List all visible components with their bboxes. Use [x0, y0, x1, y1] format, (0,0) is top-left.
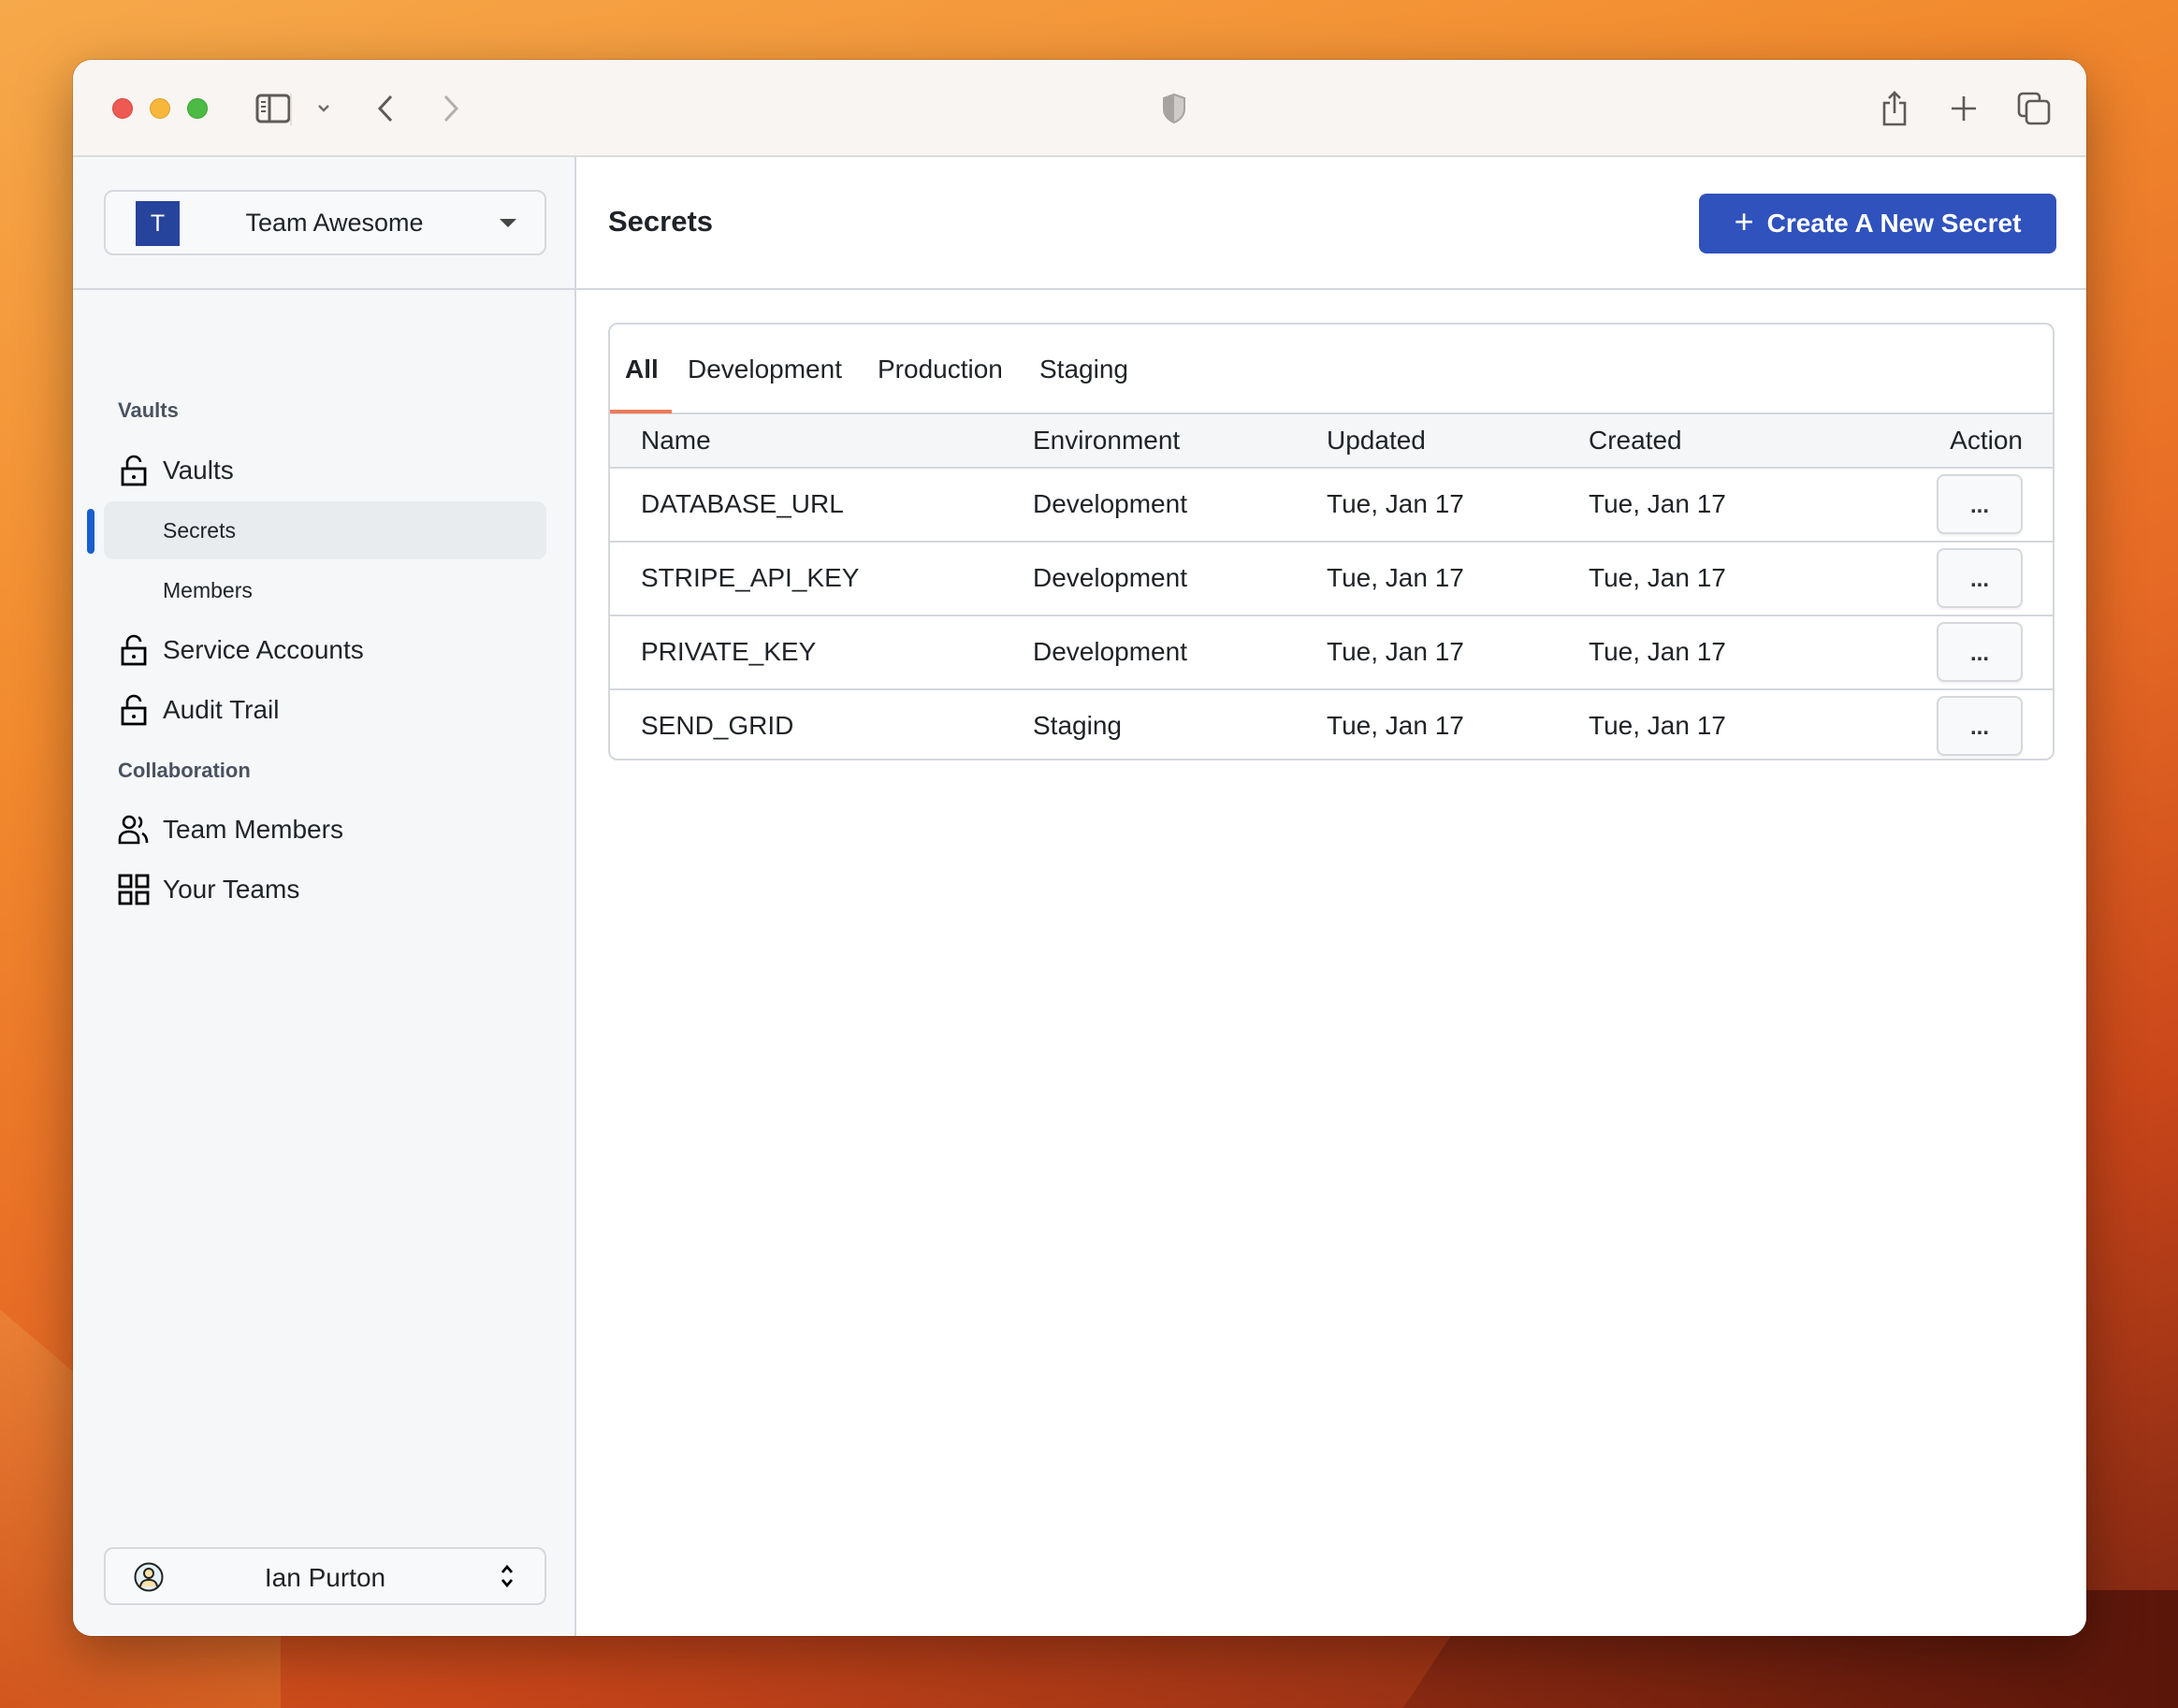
user-menu[interactable]: Ian Purton: [104, 1547, 546, 1605]
table-row: SEND_GRID Staging Tue, Jan 17 Tue, Jan 1…: [610, 690, 2053, 759]
row-actions-button[interactable]: ...: [1937, 696, 2023, 756]
row-actions-button[interactable]: ...: [1937, 548, 2023, 608]
column-header-action: Action: [1950, 426, 2023, 455]
secret-updated: Tue, Jan 17: [1327, 489, 1464, 518]
tab-staging[interactable]: Staging: [1039, 355, 1128, 384]
secret-environment: Development: [1033, 489, 1187, 518]
nav-section-collaboration: Collaboration: [118, 759, 251, 782]
row-actions-button[interactable]: ...: [1937, 622, 2023, 682]
secret-name: SEND_GRID: [641, 711, 794, 740]
unlock-icon: [118, 694, 150, 726]
secret-name: PRIVATE_KEY: [641, 637, 817, 666]
table-row: STRIPE_API_KEY Development Tue, Jan 17 T…: [610, 543, 2053, 616]
sidebar-item-label: Audit Trail: [163, 695, 280, 724]
table-body: DATABASE_URL Development Tue, Jan 17 Tue…: [610, 469, 2053, 759]
sidebar: T Team Awesome Vaults Vaults Secrets Mem…: [73, 157, 576, 1636]
secrets-card: All Development Production Staging Name …: [608, 323, 2055, 760]
back-icon[interactable]: [374, 88, 397, 129]
secret-environment: Development: [1033, 563, 1187, 592]
forward-icon[interactable]: [440, 88, 462, 129]
sidebar-item-label: Vaults: [163, 456, 234, 485]
browser-window: T Team Awesome Vaults Vaults Secrets Mem…: [73, 60, 2086, 1636]
sidebar-item-label: Secrets: [163, 517, 236, 543]
chevron-down-icon[interactable]: [314, 88, 333, 129]
sidebar-toggle-icon[interactable]: [254, 88, 292, 129]
privacy-shield-icon[interactable]: [1160, 88, 1188, 129]
chevron-up-down-icon: [500, 1562, 515, 1590]
create-secret-label: Create A New Secret: [1766, 209, 2022, 238]
table-row: DATABASE_URL Development Tue, Jan 17 Tue…: [610, 469, 2053, 543]
secret-created: Tue, Jan 17: [1589, 489, 1726, 518]
sidebar-item-label: Your Teams: [163, 875, 300, 904]
close-window-button[interactable]: [112, 98, 133, 119]
column-header-environment: Environment: [1033, 426, 1181, 455]
sidebar-item-vaults[interactable]: Vaults: [104, 441, 546, 499]
secret-created: Tue, Jan 17: [1589, 563, 1726, 592]
active-tab-indicator: [610, 410, 672, 413]
secret-name: STRIPE_API_KEY: [641, 563, 860, 592]
sidebar-item-your-teams[interactable]: Your Teams: [104, 861, 546, 919]
users-icon: [118, 814, 150, 846]
column-header-updated: Updated: [1327, 426, 1426, 455]
active-indicator: [87, 509, 94, 554]
share-icon[interactable]: [1879, 88, 1910, 129]
tab-development[interactable]: Development: [688, 355, 842, 384]
unlock-icon: [118, 634, 150, 666]
plus-icon: +: [1734, 202, 1754, 240]
sidebar-item-audit-trail[interactable]: Audit Trail: [104, 681, 546, 739]
caret-down-icon: [500, 219, 516, 227]
secret-created: Tue, Jan 17: [1589, 637, 1726, 666]
table-header: Name Environment Updated Created Action: [610, 414, 2053, 469]
team-name: Team Awesome: [245, 209, 424, 237]
table-row: PRIVATE_KEY Development Tue, Jan 17 Tue,…: [610, 616, 2053, 690]
column-header-name: Name: [641, 426, 711, 455]
secret-environment: Staging: [1033, 711, 1122, 740]
toolbar-separator: [290, 94, 292, 125]
column-header-created: Created: [1589, 426, 1682, 455]
sidebar-item-team-members[interactable]: Team Members: [104, 801, 546, 859]
team-selector[interactable]: T Team Awesome: [104, 190, 546, 255]
zoom-window-button[interactable]: [187, 98, 208, 119]
new-tab-icon[interactable]: [1948, 88, 1980, 129]
secret-environment: Development: [1033, 637, 1187, 666]
sidebar-item-label: Service Accounts: [163, 635, 364, 664]
sidebar-item-label: Members: [163, 577, 253, 602]
sidebar-item-service-accounts[interactable]: Service Accounts: [104, 621, 546, 679]
minimize-window-button[interactable]: [150, 98, 170, 119]
user-name: Ian Purton: [264, 1563, 386, 1592]
sidebar-divider: [73, 288, 574, 290]
unlock-icon: [118, 455, 150, 486]
secret-updated: Tue, Jan 17: [1327, 637, 1464, 666]
tab-production[interactable]: Production: [878, 355, 1003, 384]
environment-tabs: All Development Production Staging: [610, 325, 2053, 414]
page-header: Secrets + Create A New Secret: [576, 157, 2086, 290]
tab-all[interactable]: All: [625, 355, 659, 384]
sidebar-item-label: Team Members: [163, 815, 343, 844]
grid-icon: [118, 874, 150, 905]
sidebar-item-secrets[interactable]: Secrets: [104, 501, 546, 559]
create-secret-button[interactable]: + Create A New Secret: [1699, 194, 2056, 253]
row-actions-button[interactable]: ...: [1937, 474, 2023, 534]
nav-section-vaults: Vaults: [118, 398, 179, 422]
sidebar-item-members[interactable]: Members: [104, 561, 546, 619]
secret-updated: Tue, Jan 17: [1327, 711, 1464, 740]
tab-overview-icon[interactable]: [2015, 88, 2053, 129]
secret-name: DATABASE_URL: [641, 489, 844, 518]
secret-created: Tue, Jan 17: [1589, 711, 1726, 740]
secret-updated: Tue, Jan 17: [1327, 563, 1464, 592]
browser-toolbar: [73, 60, 2086, 157]
page-title: Secrets: [608, 205, 714, 238]
main-content: Secrets + Create A New Secret All Develo…: [576, 157, 2086, 1636]
